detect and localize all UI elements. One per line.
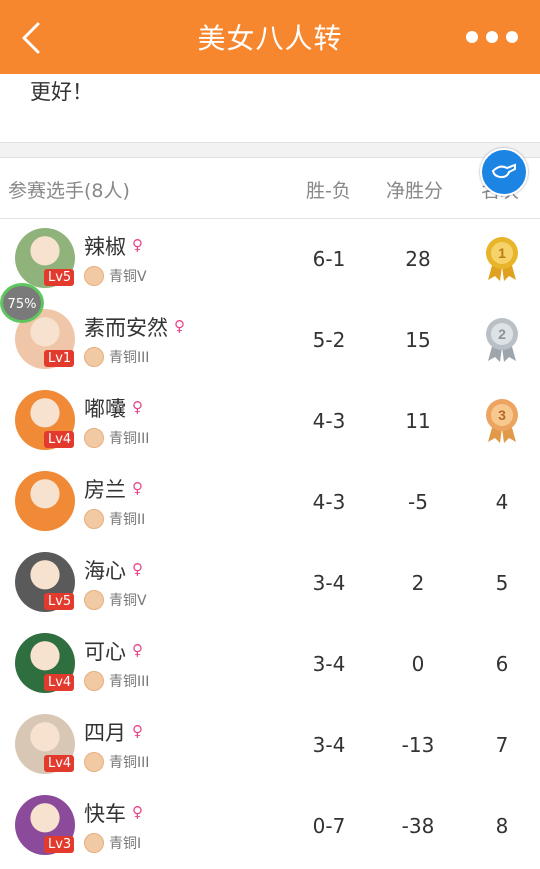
rank-medal-icon: 1 [486, 237, 518, 281]
player-name[interactable]: 快车 [84, 798, 126, 828]
level-badge: Lv4 [44, 431, 75, 448]
win-loss-value: 6-1 [312, 247, 346, 271]
player-row[interactable]: 房兰 ♀ 青铜II 4-3 -5 4 [0, 462, 540, 543]
female-icon: ♀ [132, 641, 143, 659]
tier-medal-icon [84, 266, 104, 286]
whistle-icon [491, 163, 516, 179]
rank-value: 7 [495, 733, 509, 757]
win-loss-value: 0-7 [312, 814, 346, 838]
female-icon: ♀ [132, 479, 143, 497]
standings-table: 参赛选手(8人) 胜-负 净胜分 名次 Lv5辣椒♀青铜V6-128 1 Lv1… [0, 157, 540, 869]
rank-value: 8 [495, 814, 509, 838]
tier-label: 青铜III [109, 350, 150, 366]
rank-medal-number: 2 [498, 326, 506, 342]
tier-label: 青铜III [109, 674, 150, 690]
player-row[interactable]: Lv5 海心 ♀ 青铜V 3-4 2 5 [0, 543, 540, 624]
level-badge: Lv1 [44, 350, 75, 367]
title-bar: 美女八人转 [0, 0, 540, 74]
player-row[interactable]: Lv4 嘟囔 ♀ 青铜III 4-3 11 3 [0, 381, 540, 462]
player-row[interactable]: Lv3 快车 ♀ 青铜I 0-7 -38 8 [0, 786, 540, 867]
tier-medal-icon [84, 671, 104, 691]
player-name[interactable]: 辣椒 [84, 231, 126, 261]
net-points-value: 0 [411, 652, 425, 676]
rank-value: 5 [495, 571, 509, 595]
tier-medal-icon [84, 833, 104, 853]
player-row[interactable]: Lv4 四月 ♀ 青铜III 3-4 -13 7 [0, 705, 540, 786]
rank-medal-number: 3 [498, 407, 506, 423]
tier-label: 青铜III [109, 431, 150, 447]
player-name[interactable]: 房兰 [84, 474, 126, 504]
tier-label: 青铜II [109, 512, 146, 528]
more-button[interactable] [466, 30, 518, 44]
column-header-win-loss: 胜-负 [306, 180, 351, 202]
whistle-float-button[interactable] [480, 148, 528, 196]
more-dot-icon [486, 31, 498, 43]
player-name[interactable]: 四月 [84, 717, 126, 747]
female-icon: ♀ [132, 560, 143, 578]
net-points-value: -38 [401, 814, 435, 838]
more-dot-icon [506, 31, 518, 43]
tier-medal-icon [84, 752, 104, 772]
win-loss-value: 4-3 [312, 490, 346, 514]
player-name[interactable]: 可心 [84, 636, 126, 666]
win-loss-value: 3-4 [312, 652, 346, 676]
female-icon: ♀ [132, 398, 143, 416]
net-points-value: 28 [405, 247, 431, 271]
tier-label: 青铜III [109, 755, 150, 771]
net-points-value: 2 [411, 571, 425, 595]
net-points-value: 11 [405, 409, 431, 433]
tier-medal-icon [84, 590, 104, 610]
tier-label: 青铜V [109, 593, 147, 609]
win-loss-value: 4-3 [312, 409, 346, 433]
win-loss-value: 3-4 [312, 733, 346, 757]
tier-medal-icon [84, 509, 104, 529]
level-badge: Lv5 [44, 593, 75, 610]
net-points-value: -5 [408, 490, 428, 514]
level-badge: Lv3 [44, 836, 75, 853]
player-name[interactable]: 海心 [84, 555, 126, 585]
description-text: 更好！ [30, 80, 93, 104]
avatar[interactable] [15, 471, 75, 531]
win-loss-value: 3-4 [312, 571, 346, 595]
female-icon: ♀ [174, 317, 185, 335]
tier-label: 青铜I [109, 836, 142, 852]
net-points-value: 15 [405, 328, 431, 352]
rank-value: 6 [495, 652, 509, 676]
rank-medal-icon: 2 [486, 318, 518, 362]
player-row[interactable]: Lv1 素而安然 ♀ 青铜III 5-2 15 2 [0, 300, 540, 381]
female-icon: ♀ [132, 236, 143, 254]
tier-label: 青铜V [109, 269, 147, 285]
rank-medal-number: 1 [498, 245, 506, 261]
column-header-net-points: 净胜分 [386, 180, 444, 202]
tier-medal-icon [84, 428, 104, 448]
female-icon: ♀ [132, 722, 143, 740]
player-row[interactable]: Lv5 辣椒 ♀ 青铜V 6-1 28 1 [0, 219, 540, 300]
column-header-player: 参赛选手(8人) [8, 180, 130, 202]
rank-medal-icon: 3 [486, 399, 518, 443]
table-header: 参赛选手(8人) 胜-负 净胜分 名次 [0, 158, 540, 219]
level-badge: Lv4 [44, 674, 75, 691]
rank-value: 4 [495, 490, 509, 514]
level-badge: Lv4 [44, 755, 75, 772]
more-dot-icon [466, 31, 478, 43]
net-points-value: -13 [401, 733, 435, 757]
player-row[interactable]: Lv4 可心 ♀ 青铜III 3-4 0 6 [0, 624, 540, 705]
tier-medal-icon [84, 347, 104, 367]
female-icon: ♀ [132, 803, 143, 821]
player-name[interactable]: 嘟囔 [84, 393, 126, 423]
progress-badge[interactable]: 75% [0, 283, 44, 323]
player-name[interactable]: 素而安然 [84, 312, 168, 342]
description-panel: 更好！ [0, 74, 540, 143]
page-title: 美女八人转 [197, 22, 343, 55]
level-badge: Lv5 [44, 269, 75, 286]
win-loss-value: 5-2 [312, 328, 346, 352]
